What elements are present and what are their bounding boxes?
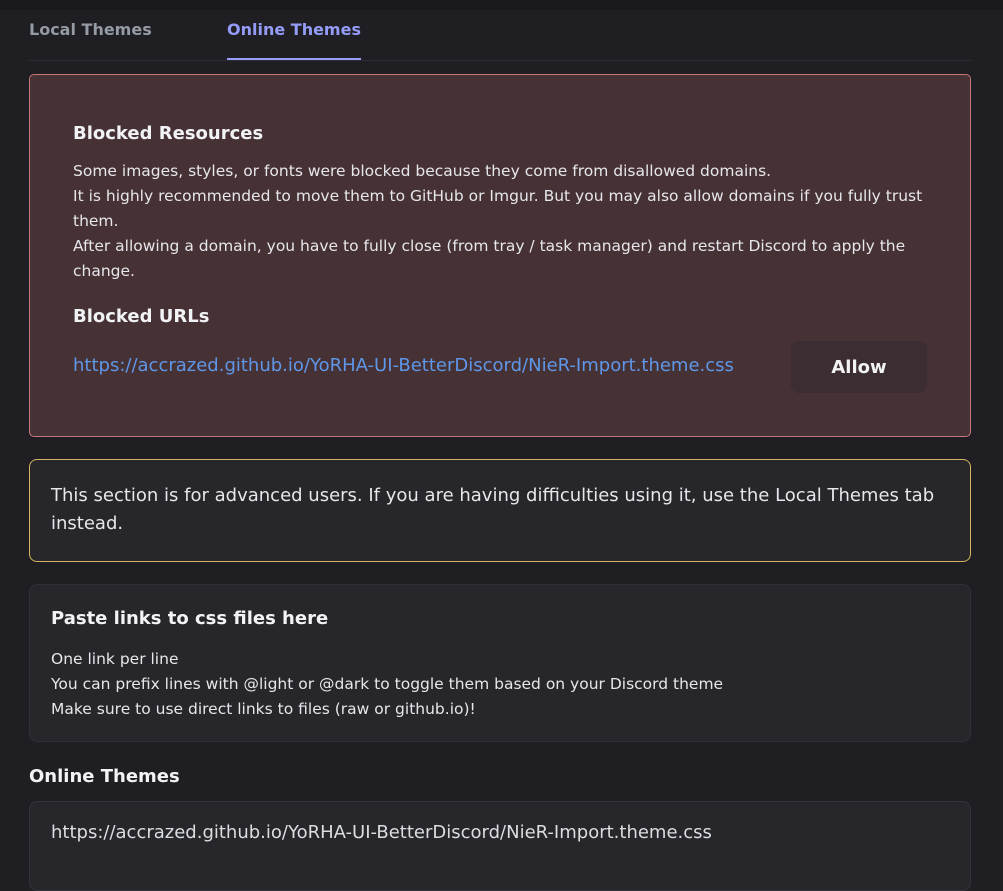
blocked-resources-card: Blocked Resources Some images, styles, o… — [29, 74, 971, 437]
paste-links-instructions: One link per line You can prefix lines w… — [51, 647, 723, 722]
paste-links-card: Paste links to css files here One link p… — [29, 584, 971, 742]
blocked-line: Some images, styles, or fonts were block… — [73, 162, 772, 180]
allow-button[interactable]: Allow — [791, 341, 927, 393]
online-themes-textarea[interactable]: https://accrazed.github.io/YoRHA-UI-Bett… — [29, 801, 971, 891]
blocked-urls-title: Blocked URLs — [73, 306, 210, 327]
blocked-resources-title: Blocked Resources — [73, 123, 264, 144]
blocked-line: After allowing a domain, you have to ful… — [73, 237, 906, 280]
top-strip — [0, 0, 1003, 10]
paste-links-title: Paste links to css files here — [51, 608, 329, 629]
online-themes-title: Online Themes — [29, 766, 180, 787]
tab-local-themes[interactable]: Local Themes — [29, 20, 152, 39]
instruction-line: One link per line — [51, 650, 179, 668]
blocked-url-link[interactable]: https://accrazed.github.io/YoRHA-UI-Bett… — [73, 355, 734, 376]
tab-bar: Local Themes Online Themes — [29, 10, 971, 61]
advanced-warning-card: This section is for advanced users. If y… — [29, 459, 971, 562]
instruction-line: You can prefix lines with @light or @dar… — [51, 675, 724, 693]
blocked-line: It is highly recommended to move them to… — [73, 187, 923, 230]
tab-online-themes[interactable]: Online Themes — [227, 20, 361, 60]
instruction-line: Make sure to use direct links to files (… — [51, 700, 476, 718]
advanced-warning-text: This section is for advanced users. If y… — [51, 485, 935, 534]
blocked-resources-description: Some images, styles, or fonts were block… — [73, 159, 933, 284]
